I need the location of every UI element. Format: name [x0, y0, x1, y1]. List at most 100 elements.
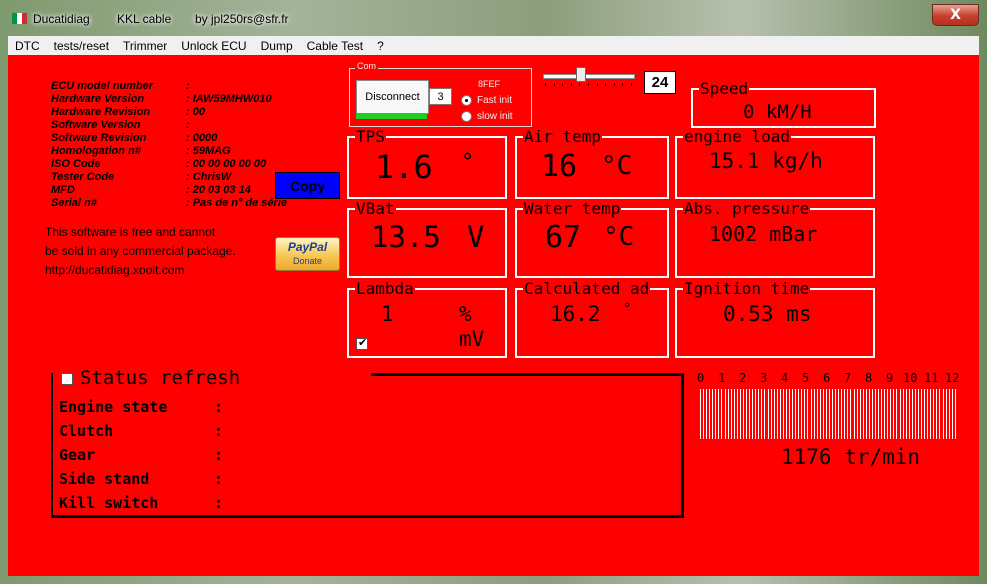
rpm-bar [945, 389, 947, 439]
rpm-bar [914, 389, 916, 439]
menu-unlock-ecu[interactable]: Unlock ECU [174, 39, 253, 53]
rpm-bar [884, 389, 886, 439]
rpm-bar [767, 389, 769, 439]
close-button[interactable]: X [932, 4, 979, 26]
rpm-bar [917, 389, 919, 439]
ecu-info-value: : [186, 80, 190, 92]
menu-trimmer[interactable]: Trimmer [116, 39, 174, 53]
slider-tick [605, 83, 607, 86]
status-refresh-checkbox[interactable] [61, 373, 73, 385]
lambda-unit-mv: mV [459, 327, 485, 351]
rpm-bar [730, 389, 732, 439]
tps-gauge: TPS 1.6 ° [347, 128, 507, 199]
engine-load-label: engine load [683, 127, 791, 146]
copy-button[interactable]: Copy [275, 172, 340, 199]
rpm-bar [712, 389, 714, 439]
water-temp-label: Water temp [523, 199, 622, 218]
rpm-bar [927, 389, 929, 439]
rpm-bar [911, 389, 913, 439]
paypal-donate-button[interactable]: PayPal Donate [275, 237, 340, 271]
rpm-bar [742, 389, 744, 439]
rpm-bar [736, 389, 738, 439]
rpm-bar [841, 389, 843, 439]
rpm-bar [890, 389, 892, 439]
rpm-bar [896, 389, 898, 439]
rpm-bar [785, 389, 787, 439]
status-row-separator: : [214, 446, 224, 464]
rpm-scale-label: 8 [865, 371, 873, 385]
rpm-bar [746, 389, 748, 439]
notice-url[interactable]: http://ducatidiag.xooit.com [45, 261, 236, 280]
donate-label: Donate [292, 256, 323, 266]
rpm-bar [853, 389, 855, 439]
rpm-bargraph [700, 389, 958, 439]
rpm-bar [770, 389, 772, 439]
rpm-bar [724, 389, 726, 439]
menu-dtc[interactable]: DTC [8, 39, 47, 53]
paypal-logo: PayPal [287, 240, 328, 254]
slow-init-radio[interactable] [461, 111, 472, 122]
status-row-label: Engine state [59, 398, 168, 416]
slider-tick [613, 83, 615, 86]
notice-text: This software is free and cannot be sold… [45, 223, 236, 280]
disconnect-button[interactable]: Disconnect [356, 80, 429, 114]
com-port-field[interactable]: 3 [429, 88, 452, 105]
lambda-gauge: Lambda 1 % mV [347, 280, 507, 358]
rpm-bar [933, 389, 935, 439]
lambda-mv-checkbox[interactable] [356, 336, 368, 350]
water-temp-value: 67 [545, 220, 582, 255]
slider-thumb[interactable] [575, 67, 586, 82]
air-temp-gauge: Air temp 16 °C [515, 128, 669, 199]
speed-gauge: Speed 0 kM/H [691, 80, 876, 128]
rpm-bar [828, 389, 830, 439]
fast-init-label: Fast init [477, 95, 513, 106]
status-row-separator: : [214, 398, 224, 416]
slider-tick [622, 83, 624, 86]
ecu-info-label: Hardware Version [51, 93, 145, 105]
rpm-scale-label: 9 [886, 371, 894, 385]
menu-tests-reset[interactable]: tests/reset [47, 39, 116, 53]
rpm-bar [825, 389, 827, 439]
ecu-info-value: : Pas de n° de série [186, 197, 287, 209]
protocol-label: 8FEF [478, 79, 501, 89]
rpm-scale-label: 10 [903, 371, 918, 385]
rpm-bar [862, 389, 864, 439]
slider-tick [562, 83, 564, 86]
slider-value: 24 [644, 71, 676, 94]
rpm-scale-label: 7 [844, 371, 852, 385]
slider-tick [553, 83, 555, 86]
cable-type: KKL cable [117, 12, 172, 26]
menu-help[interactable]: ? [370, 39, 391, 53]
ecu-info-value: : IAW59MHW010 [186, 93, 272, 105]
rpm-bar [921, 389, 923, 439]
rpm-bar [942, 389, 944, 439]
title-bar[interactable]: Ducatidiag KKL cable by jpl250rs@sfr.fr … [0, 0, 987, 36]
rpm-bar [749, 389, 751, 439]
ecu-info-label: MFD [51, 184, 75, 196]
rpm-scale-label: 12 [945, 371, 960, 385]
rpm-bar [878, 389, 880, 439]
rpm-scale-label: 4 [781, 371, 789, 385]
slider-tick [631, 83, 632, 86]
ignition-time-label: Ignition time [683, 279, 811, 298]
rpm-bar [721, 389, 723, 439]
rpm-bar [792, 389, 794, 439]
fast-init-radio[interactable] [461, 95, 472, 106]
engine-load-gauge: engine load 15.1 kg/h [675, 128, 875, 199]
window-title: Ducatidiag [33, 12, 90, 26]
menu-dump[interactable]: Dump [254, 39, 300, 53]
abs-pressure-gauge: Abs. pressure 1002 mBar [675, 200, 875, 278]
ecu-info-value: : 59MAG [186, 145, 231, 157]
main-panel: ECU model number: Hardware Version: IAW5… [8, 55, 979, 576]
rpm-bar [764, 389, 766, 439]
ecu-info-label: Tester Code [51, 171, 115, 183]
status-row-label: Gear [59, 446, 96, 464]
rpm-bar [739, 389, 741, 439]
calculated-advance-unit: ° [623, 301, 632, 317]
rpm-bar [951, 389, 953, 439]
rpm-bar [700, 389, 701, 439]
status-divider [371, 373, 684, 376]
ecu-info-value: : 00 [186, 106, 205, 118]
rpm-scale-label: 5 [802, 371, 810, 385]
menu-cable-test[interactable]: Cable Test [300, 39, 370, 53]
